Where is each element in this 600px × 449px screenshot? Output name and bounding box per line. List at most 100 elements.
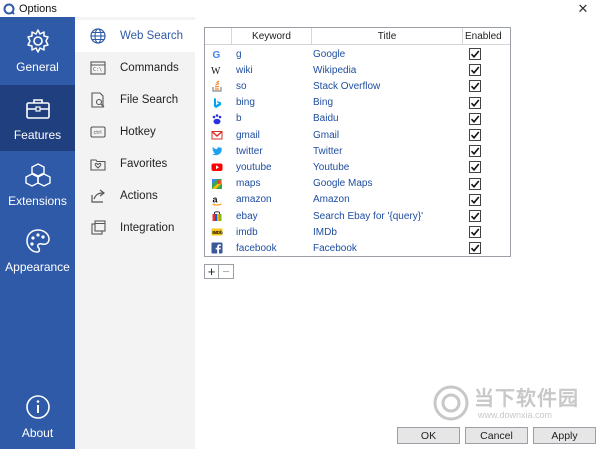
heart-folder-icon [90, 159, 106, 171]
table-row[interactable]: so Stack Overflow [205, 78, 510, 94]
nav-item-extensions[interactable]: Extensions [0, 151, 75, 217]
svg-text:W: W [211, 66, 221, 76]
title-cell: Baidu [313, 113, 339, 125]
table-row[interactable]: Wwiki Wikipedia [205, 62, 510, 78]
enabled-checkbox[interactable] [469, 64, 481, 77]
enabled-checkbox[interactable] [469, 48, 481, 60]
ok-button[interactable]: OK [397, 427, 460, 444]
table-row[interactable]: IMDb imdb IMDb [205, 224, 510, 240]
nav-item-about[interactable]: About [0, 383, 75, 449]
subnav-item-favorites[interactable]: Favorites [75, 148, 195, 180]
subnav-item-commands[interactable]: C:\ Commands [75, 52, 195, 84]
title-cell: Bing [313, 97, 334, 109]
table-row[interactable]: Gg Google [205, 46, 510, 62]
nav-label: General [16, 60, 59, 74]
subnav-label: Integration [120, 222, 175, 234]
keyword-cell: g [236, 48, 242, 60]
keyword-cell: b [236, 113, 242, 125]
terminal-icon: C:\ [90, 61, 106, 75]
subnav-label: Hotkey [120, 126, 156, 138]
watermark-logo-icon [433, 385, 469, 421]
wikipedia-icon: W [211, 64, 223, 77]
svg-text:ctrl: ctrl [94, 130, 102, 136]
windows-icon [91, 220, 106, 235]
header-title[interactable]: Title [311, 28, 462, 44]
stackoverflow-icon [211, 80, 223, 92]
subnav-item-file-search[interactable]: File Search [75, 84, 195, 116]
table-row[interactable]: maps Google Maps [205, 176, 510, 192]
enabled-checkbox[interactable] [469, 112, 481, 125]
table-row[interactable]: youtube Youtube [205, 159, 510, 175]
header-keyword[interactable]: Keyword [231, 28, 311, 44]
nav-item-appearance[interactable]: Appearance [0, 217, 75, 283]
imdb-icon: IMDb [211, 226, 223, 238]
app-icon [3, 3, 15, 15]
enabled-checkbox[interactable] [469, 193, 481, 206]
remove-button[interactable]: − [219, 264, 234, 279]
facebook-icon [211, 242, 223, 255]
keyword-cell: amazon [236, 194, 272, 206]
enabled-checkbox[interactable] [469, 210, 481, 222]
gmail-icon [211, 129, 223, 141]
subnav-label: Web Search [120, 30, 184, 42]
watermark-text: 当下软件园 [474, 388, 579, 410]
subnav-item-hotkey[interactable]: ctrl Hotkey [75, 116, 195, 148]
nav-item-features[interactable]: Features [0, 85, 75, 151]
subnav-label: File Search [120, 94, 179, 106]
twitter-icon [211, 145, 223, 157]
subnav-item-actions[interactable]: Actions [75, 180, 195, 212]
window-title: Options [19, 2, 57, 15]
table-row[interactable]: b Baidu [205, 111, 510, 127]
palette-icon [25, 229, 50, 253]
table-row[interactable]: a amazon Amazon [205, 192, 510, 208]
enabled-checkbox[interactable] [469, 177, 481, 190]
cancel-button[interactable]: Cancel [465, 427, 528, 444]
enabled-checkbox[interactable] [469, 226, 481, 239]
enabled-checkbox[interactable] [469, 145, 481, 158]
keyboard-icon: ctrl [90, 126, 106, 138]
title-cell: Stack Overflow [313, 80, 381, 92]
close-icon[interactable]: ✕ [576, 0, 590, 17]
keyword-cell: youtube [236, 161, 272, 173]
title-cell: IMDb [313, 226, 337, 238]
keyword-cell: facebook [236, 242, 277, 254]
title-cell: Search Ebay for '{query}' [313, 210, 423, 222]
enabled-checkbox[interactable] [469, 242, 481, 255]
left-nav: General Features Extensions Appearance A… [0, 17, 75, 449]
title-cell: Wikipedia [313, 64, 357, 76]
enabled-checkbox[interactable] [469, 80, 481, 93]
table-row[interactable]: gmail Gmail [205, 127, 510, 143]
subnav-item-integration[interactable]: Integration [75, 212, 195, 244]
enabled-checkbox[interactable] [469, 129, 481, 141]
header-enabled[interactable]: Enabled [462, 28, 510, 44]
table-row[interactable]: ebay Search Ebay for '{query}' [205, 208, 510, 224]
enabled-checkbox[interactable] [469, 96, 481, 109]
table-row[interactable]: bing Bing [205, 95, 510, 111]
baidu-icon [211, 113, 223, 125]
keyword-cell: so [236, 80, 247, 92]
keyword-cell: bing [236, 97, 255, 109]
keyword-cell: twitter [236, 145, 263, 157]
amazon-icon: a [211, 194, 223, 206]
add-button[interactable]: + [204, 264, 219, 279]
svg-text:IMDb: IMDb [212, 230, 223, 235]
cubes-icon [24, 163, 51, 187]
info-icon [25, 395, 50, 419]
gear-icon [26, 29, 49, 53]
youtube-icon [211, 161, 223, 173]
title-cell: Youtube [313, 161, 350, 173]
svg-text:C:\: C:\ [93, 67, 102, 73]
subnav-label: Actions [120, 190, 158, 202]
table-row[interactable]: facebook Facebook [205, 240, 510, 256]
title-cell: Google [313, 48, 346, 60]
watermark-url: www.downxia.com [478, 410, 553, 420]
title-bar: Options ✕ [0, 0, 600, 17]
subnav-item-web-search[interactable]: Web Search [75, 20, 195, 52]
add-remove-controls: + − [204, 264, 234, 279]
apply-button[interactable]: Apply [533, 427, 596, 444]
keyword-cell: maps [236, 178, 261, 190]
nav-item-general[interactable]: General [0, 17, 75, 83]
enabled-checkbox[interactable] [469, 161, 481, 174]
watermark: 当下软件园 www.downxia.com [432, 378, 597, 428]
table-row[interactable]: twitter Twitter [205, 143, 510, 159]
